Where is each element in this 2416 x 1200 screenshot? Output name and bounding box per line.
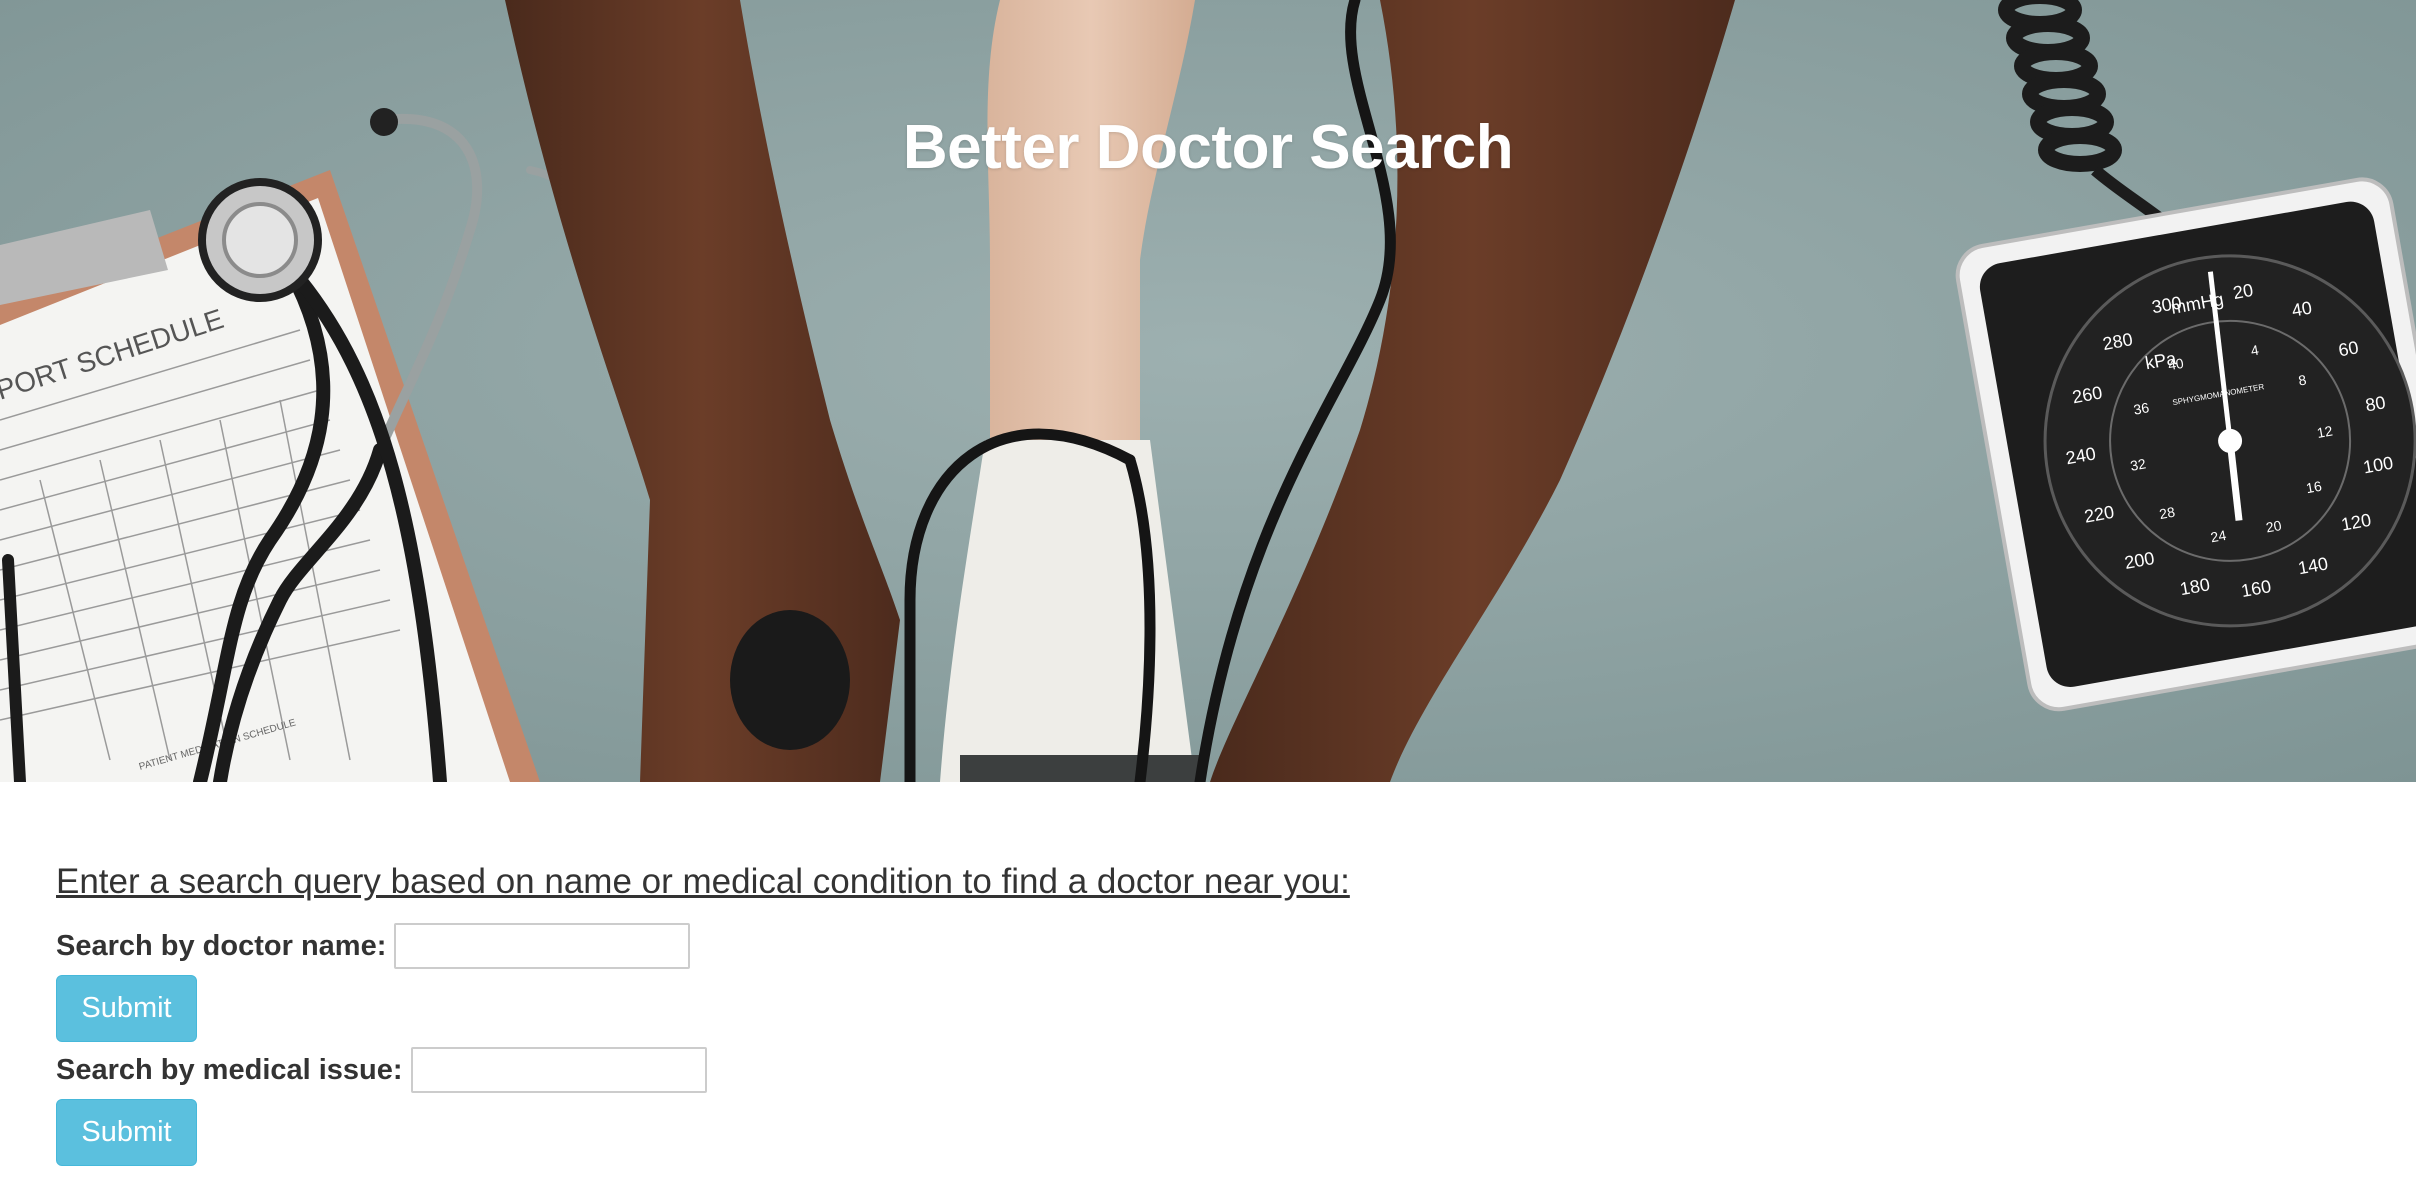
medical-issue-row: Search by medical issue: [56, 1044, 2360, 1096]
doctor-name-label: Search by doctor name: [56, 929, 387, 962]
gauge-outer-tick-60: 60 [2337, 337, 2360, 360]
doctor-name-form: Search by doctor name: Submit [56, 920, 2360, 1044]
gauge-inner-tick-20: 20 [2265, 517, 2283, 535]
medical-issue-form: Search by medical issue: Submit [56, 1044, 2360, 1168]
page-title: Better Doctor Search [902, 113, 1514, 182]
gauge-inner-tick-36: 36 [2132, 399, 2150, 417]
medical-issue-label: Search by medical issue: [56, 1053, 403, 1086]
gauge-inner-tick-32: 32 [2129, 455, 2147, 473]
doctor-name-submit-button[interactable]: Submit [56, 974, 197, 1042]
search-section: Enter a search query based on name or me… [0, 862, 2416, 1168]
gauge-outer-tick-80: 80 [2364, 392, 2387, 415]
gauge-outer-tick-20: 20 [2232, 280, 2255, 303]
gauge-outer-tick-40: 40 [2290, 298, 2313, 321]
medical-issue-input[interactable] [410, 1047, 707, 1093]
gauge-inner-tick-28: 28 [2158, 504, 2176, 522]
doctor-name-input[interactable] [394, 923, 691, 969]
gauge-inner-tick-24: 24 [2209, 527, 2227, 545]
gauge-inner-tick-12: 12 [2316, 422, 2334, 440]
medical-issue-submit-button[interactable]: Submit [56, 1098, 197, 1166]
gauge-inner-tick-16: 16 [2305, 478, 2323, 496]
hero-banner: PORT SCHEDULE PATIENT MEDICATION SCHEDUL… [0, 0, 2416, 782]
search-instructions: Enter a search query based on name or me… [56, 862, 1350, 901]
gauge-inner-tick-40: 40 [2167, 355, 2185, 373]
bp-gauge-graphic: mmHg kPa SPHYGMOMANOMETER 20406080100120… [1955, 177, 2416, 712]
doctor-name-row: Search by doctor name: [56, 920, 2360, 972]
